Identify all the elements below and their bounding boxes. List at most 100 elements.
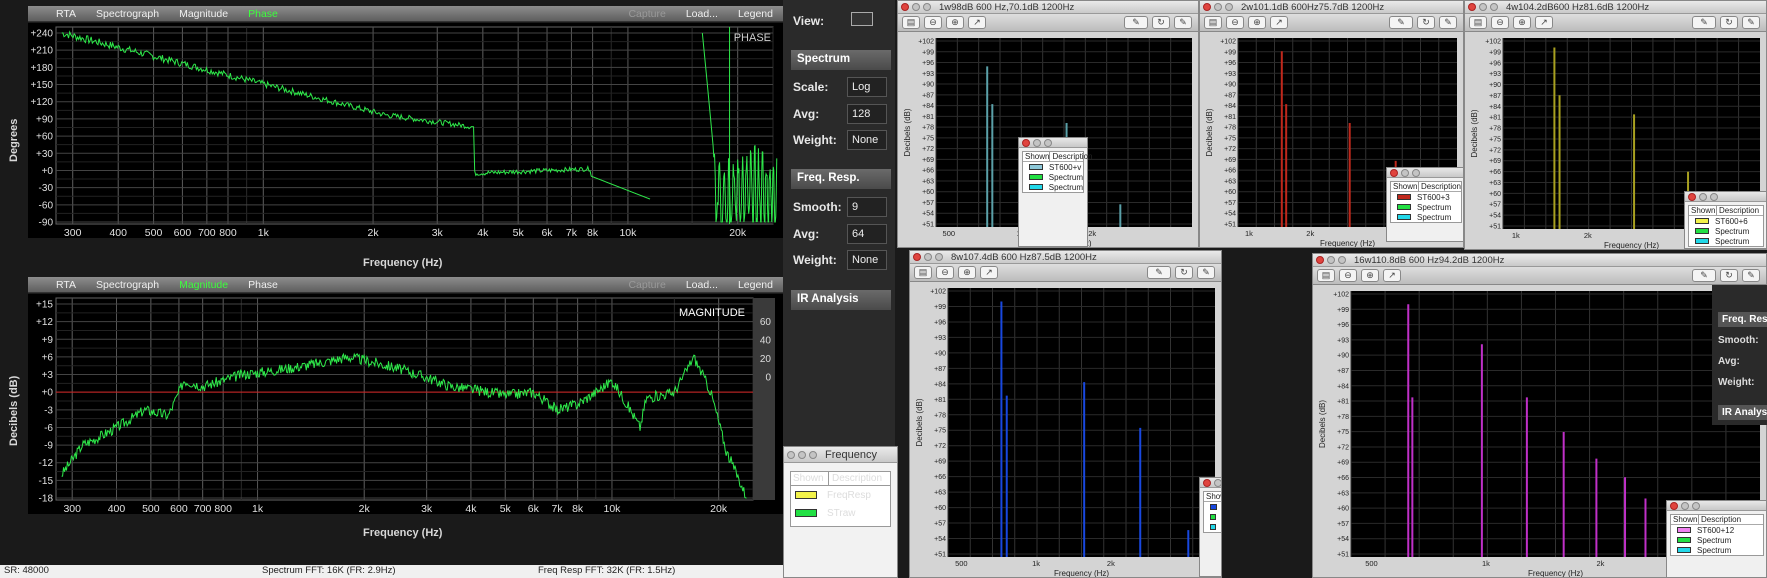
annotate-icon[interactable]: ✎ [1124,16,1148,29]
minimize-icon[interactable] [912,3,920,11]
legend-row[interactable]: Spectrum [1023,182,1083,192]
tab-magnitude-2[interactable]: Magnitude [169,279,238,291]
legend-button-2[interactable]: Legend [728,279,783,291]
legend-titlebar[interactable] [1200,478,1221,488]
zoom-icon[interactable] [1710,192,1718,201]
close-icon[interactable] [1688,192,1696,201]
zoom-out-icon[interactable]: ⊖ [1491,16,1509,29]
legend-row[interactable]: FreqResp [791,486,890,504]
right-freq-resp-header[interactable]: Freq. Resp [1718,312,1767,327]
right-ir-header[interactable]: IR Analysis [1718,405,1767,420]
edit-icon[interactable]: ✎ [1742,269,1760,282]
window-titlebar[interactable]: 2w101.1dB 600Hz75.7dB 1200Hz [1200,1,1463,14]
rotate-icon[interactable]: ↻ [1720,269,1738,282]
freq-resp-section-header[interactable]: Freq. Resp. [791,169,891,189]
zoom-icon[interactable] [1225,3,1233,11]
annotate-icon[interactable]: ✎ [1692,269,1716,282]
tab-magnitude[interactable]: Magnitude [169,8,238,20]
legend-row[interactable]: ST600+12 [1671,525,1763,535]
close-icon[interactable] [787,450,795,459]
annotate-icon[interactable]: ✎ [1389,16,1413,29]
share-icon[interactable]: ↗ [968,16,986,29]
share-icon[interactable]: ↗ [1270,16,1288,29]
edit-icon[interactable]: ✎ [1174,16,1192,29]
close-icon[interactable] [913,253,921,261]
close-icon[interactable] [1670,501,1678,510]
tab-phase-2[interactable]: Phase [238,279,288,291]
legend-row[interactable]: Spectrum [1689,236,1763,246]
legend-row[interactable]: Spectrum [1671,535,1763,545]
window-titlebar[interactable]: 1w98dB 600 Hz,70.1dB 1200Hz [898,1,1198,14]
rotate-icon[interactable]: ↻ [1417,16,1435,29]
minimize-icon[interactable] [924,253,932,261]
legend-titlebar[interactable] [1667,501,1766,511]
legend-row[interactable]: ST600+v [1023,162,1083,172]
edit-icon[interactable]: ✎ [1197,266,1215,279]
frequency-legend-titlebar[interactable]: Frequency [784,447,897,463]
legend-row[interactable]: ST600+9 [1204,502,1221,512]
legend-row[interactable]: Spectrum [1391,202,1461,212]
legend-row[interactable]: Spectrum [1689,226,1763,236]
edit-icon[interactable]: ✎ [1439,16,1457,29]
minimize-icon[interactable] [1327,256,1335,264]
share-icon[interactable]: ↗ [980,266,998,279]
window-titlebar[interactable]: 8w107.4dB 600 Hz87.5dB 1200Hz [910,251,1221,264]
minimize-icon[interactable] [1401,168,1409,177]
tab-phase[interactable]: Phase [238,8,288,20]
zoom-icon[interactable] [1044,138,1052,147]
smooth-select[interactable]: 9 [847,197,887,217]
close-icon[interactable] [1390,168,1398,177]
zoom-icon[interactable] [809,450,817,459]
weight2-select[interactable]: None [847,250,887,270]
legend-row[interactable]: Spectrum [1204,522,1221,532]
minimize-icon[interactable] [1033,138,1041,147]
avg-select[interactable]: 128 [847,104,887,124]
close-icon[interactable] [901,3,909,11]
view-toggle[interactable] [851,12,873,26]
capture-button[interactable]: Capture [618,8,675,20]
annotate-icon[interactable]: ✎ [1147,266,1171,279]
annotate-icon[interactable]: ✎ [1692,16,1716,29]
share-icon[interactable]: ↗ [1535,16,1553,29]
minimize-icon[interactable] [1214,3,1222,11]
zoom-out-icon[interactable]: ⊖ [936,266,954,279]
minimize-icon[interactable] [1214,478,1221,487]
minimize-icon[interactable] [1699,192,1707,201]
tab-spectrograph-2[interactable]: Spectrograph [86,279,169,291]
legend-row[interactable]: ST600+3 [1391,192,1461,202]
close-icon[interactable] [1203,478,1211,487]
rotate-icon[interactable]: ↻ [1175,266,1193,279]
zoom-in-icon[interactable]: ⊕ [1513,16,1531,29]
close-icon[interactable] [1468,3,1476,11]
legend-row[interactable]: Spectrum [1023,172,1083,182]
legend-titlebar[interactable] [1685,192,1766,202]
minimize-icon[interactable] [1681,501,1689,510]
legend-row[interactable]: Spectrum [1204,512,1221,522]
legend-button[interactable]: Legend [728,8,783,20]
sidebar-toggle-icon[interactable]: ▤ [914,266,932,279]
spectrum-section-header[interactable]: Spectrum [791,50,891,70]
ir-analysis-header[interactable]: IR Analysis [791,290,891,310]
legend-titlebar[interactable] [1387,168,1463,178]
edit-icon[interactable]: ✎ [1742,16,1760,29]
minimize-icon[interactable] [1479,3,1487,11]
zoom-in-icon[interactable]: ⊕ [1361,269,1379,282]
minimize-icon[interactable] [798,450,806,459]
window-titlebar[interactable]: 16w110.8dB 600 Hz94.2dB 1200Hz [1313,254,1766,267]
tab-rta[interactable]: RTA [46,8,86,20]
rotate-icon[interactable]: ↻ [1152,16,1170,29]
avg2-select[interactable]: 64 [847,224,887,244]
zoom-icon[interactable] [1338,256,1346,264]
legend-row[interactable]: STraw [791,504,890,522]
zoom-icon[interactable] [935,253,943,261]
tab-spectrograph[interactable]: Spectrograph [86,8,169,20]
close-icon[interactable] [1316,256,1324,264]
close-icon[interactable] [1022,138,1030,147]
capture-button-2[interactable]: Capture [618,279,675,291]
zoom-out-icon[interactable]: ⊖ [924,16,942,29]
sidebar-toggle-icon[interactable]: ▤ [1469,16,1487,29]
sidebar-toggle-icon[interactable]: ▤ [902,16,920,29]
zoom-in-icon[interactable]: ⊕ [1248,16,1266,29]
legend-row[interactable]: ST600+6 [1689,216,1763,226]
zoom-in-icon[interactable]: ⊕ [946,16,964,29]
